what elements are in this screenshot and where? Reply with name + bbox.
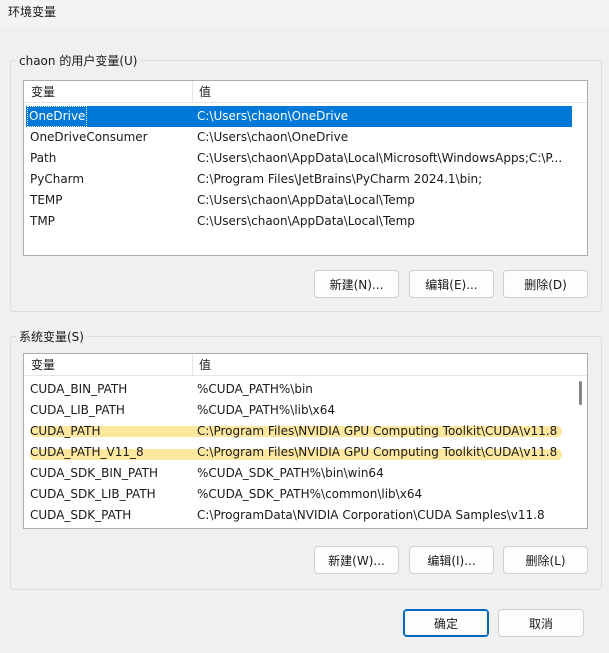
- column-separator[interactable]: [192, 354, 193, 376]
- user-delete-button[interactable]: 删除(D): [503, 270, 588, 298]
- variable-value: %CUDA_SDK_PATH%\common\lib\x64: [197, 487, 423, 501]
- variable-name: CUDA_LIB_PATH: [30, 403, 125, 417]
- variable-value: C:\ProgramData\NVIDIA Corporation\CUDA S…: [197, 508, 545, 522]
- column-header-variable[interactable]: 变量: [31, 354, 55, 376]
- list-item[interactable]: CUDA_PATH C:\Program Files\NVIDIA GPU Co…: [26, 421, 572, 442]
- list-item[interactable]: PyCharm C:\Program Files\JetBrains\PyCha…: [26, 169, 572, 190]
- list-item[interactable]: CUDA_LIB_PATH %CUDA_PATH%\lib\x64: [26, 400, 572, 421]
- variable-value: C:\Users\chaon\OneDrive: [197, 109, 349, 123]
- cancel-button[interactable]: 取消: [498, 609, 584, 637]
- list-item[interactable]: TEMP C:\Users\chaon\AppData\Local\Temp: [26, 190, 572, 211]
- title-bar: 环境变量: [0, 0, 609, 26]
- system-variables-label: 系统变量(S): [16, 328, 87, 345]
- variable-name: OneDrive: [27, 106, 88, 127]
- list-header: 变量 值: [24, 354, 587, 376]
- vertical-scrollbar[interactable]: [579, 381, 582, 405]
- ok-button[interactable]: 确定: [403, 609, 489, 637]
- variable-value: %CUDA_PATH%\lib\x64: [197, 403, 336, 417]
- user-variables-list[interactable]: 变量 值 OneDrive C:\Users\chaon\OneDrive On…: [23, 80, 588, 256]
- variable-value: C:\Users\chaon\AppData\Local\Microsoft\W…: [197, 151, 563, 165]
- variable-name: CUDA_SDK_PATH: [30, 508, 132, 522]
- variable-name: Path: [30, 151, 57, 165]
- user-new-button[interactable]: 新建(N)...: [314, 270, 399, 298]
- window-title: 环境变量: [8, 5, 57, 19]
- user-edit-button[interactable]: 编辑(E)...: [409, 270, 494, 298]
- list-item[interactable]: CUDA_SDK_LIB_PATH %CUDA_SDK_PATH%\common…: [26, 484, 572, 505]
- variable-name: OneDriveConsumer: [30, 130, 148, 144]
- variable-name: CUDA_SDK_BIN_PATH: [30, 466, 158, 480]
- variable-value: C:\Program Files\NVIDIA GPU Computing To…: [197, 424, 558, 438]
- variable-name: PyCharm: [30, 172, 85, 186]
- list-item[interactable]: CUDA_BIN_PATH %CUDA_PATH%\bin: [26, 379, 572, 400]
- variable-name: TMP: [30, 214, 55, 228]
- column-header-value[interactable]: 值: [199, 81, 211, 103]
- list-header: 变量 值: [24, 81, 587, 103]
- column-separator[interactable]: [192, 81, 193, 103]
- variable-name: CUDA_PATH: [30, 424, 101, 438]
- column-header-value[interactable]: 值: [199, 354, 211, 376]
- variable-value: %CUDA_SDK_PATH%\bin\win64: [197, 466, 384, 480]
- variable-value: C:\Program Files\NVIDIA GPU Computing To…: [197, 445, 558, 459]
- variable-name: TEMP: [30, 193, 63, 207]
- variable-name: CUDA_SDK_LIB_PATH: [30, 487, 156, 501]
- system-delete-button[interactable]: 删除(L): [503, 546, 588, 574]
- list-item[interactable]: TMP C:\Users\chaon\AppData\Local\Temp: [26, 211, 572, 232]
- variable-name: CUDA_BIN_PATH: [30, 382, 128, 396]
- column-header-variable[interactable]: 变量: [31, 81, 55, 103]
- list-item[interactable]: OneDriveConsumer C:\Users\chaon\OneDrive: [26, 127, 572, 148]
- variable-value: %CUDA_PATH%\bin: [197, 382, 313, 396]
- list-item[interactable]: OneDrive C:\Users\chaon\OneDrive: [26, 106, 572, 127]
- variable-value: C:\Users\chaon\AppData\Local\Temp: [197, 214, 415, 228]
- list-item[interactable]: CUDA_SDK_PATH C:\ProgramData\NVIDIA Corp…: [26, 505, 572, 526]
- user-variables-label: chaon 的用户变量(U): [16, 52, 141, 69]
- variable-value: C:\Users\chaon\OneDrive: [197, 130, 349, 144]
- variable-name: CUDA_PATH_V11_8: [30, 445, 144, 459]
- system-variables-list[interactable]: 变量 值 CUDA_BIN_PATH %CUDA_PATH%\bin CUDA_…: [23, 353, 588, 529]
- system-edit-button[interactable]: 编辑(I)...: [409, 546, 494, 574]
- system-new-button[interactable]: 新建(W)...: [314, 546, 399, 574]
- list-item[interactable]: Path C:\Users\chaon\AppData\Local\Micros…: [26, 148, 572, 169]
- list-item[interactable]: CUDA_PATH_V11_8 C:\Program Files\NVIDIA …: [26, 442, 572, 463]
- variable-value: C:\Users\chaon\AppData\Local\Temp: [197, 193, 415, 207]
- variable-value: C:\Program Files\JetBrains\PyCharm 2024.…: [197, 172, 483, 186]
- list-item[interactable]: CUDA_SDK_BIN_PATH %CUDA_SDK_PATH%\bin\wi…: [26, 463, 572, 484]
